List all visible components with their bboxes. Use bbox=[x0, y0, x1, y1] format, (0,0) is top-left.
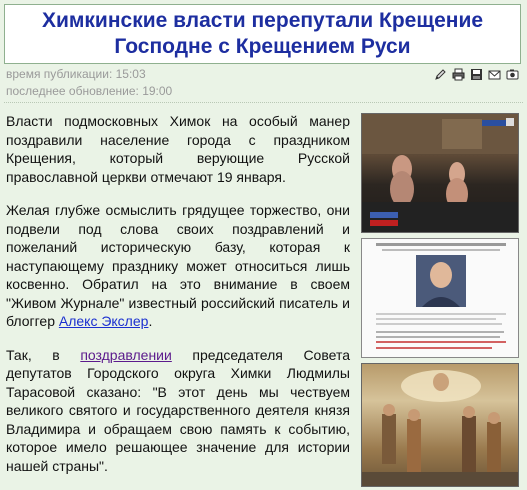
updated-time: последнее обновление: 19:00 bbox=[6, 84, 173, 98]
greeting-link[interactable]: поздравлении bbox=[80, 347, 172, 363]
paragraph-3-text: председателя Совета депутатов Городского… bbox=[6, 346, 350, 474]
author-link[interactable]: Алекс Экслер bbox=[59, 313, 149, 329]
paragraph-1: Власти подмосковных Химок на особый мане… bbox=[6, 113, 350, 185]
article-title: Химкинские власти перепутали Крещение Го… bbox=[4, 4, 521, 64]
document-image[interactable] bbox=[361, 238, 519, 358]
paragraph-2-text: Желая глубже осмыслить грядущее торжеств… bbox=[6, 202, 350, 329]
publication-meta: время публикации: 15:03 последнее обновл… bbox=[6, 66, 172, 100]
edit-icon[interactable] bbox=[434, 68, 447, 81]
paragraph-3: Так, в поздравлении председателя Совета … bbox=[6, 346, 350, 474]
save-icon[interactable] bbox=[470, 68, 483, 81]
title-line-1: Химкинские власти перепутали Крещение bbox=[41, 9, 484, 32]
tv-screenshot-image[interactable] bbox=[361, 113, 519, 233]
photo-icon[interactable] bbox=[506, 68, 519, 81]
published-time: время публикации: 15:03 bbox=[6, 67, 146, 81]
email-icon[interactable] bbox=[488, 68, 501, 81]
header-divider bbox=[4, 102, 523, 103]
print-icon[interactable] bbox=[452, 68, 465, 81]
painting-image[interactable] bbox=[361, 363, 519, 487]
paragraph-2: Желая глубже осмыслить грядущее торжеств… bbox=[6, 202, 350, 329]
article-body: Власти подмосковных Химок на особый мане… bbox=[6, 112, 350, 490]
article-toolbar bbox=[434, 68, 519, 81]
title-line-2: Господне с Крещением Руси bbox=[114, 35, 411, 58]
